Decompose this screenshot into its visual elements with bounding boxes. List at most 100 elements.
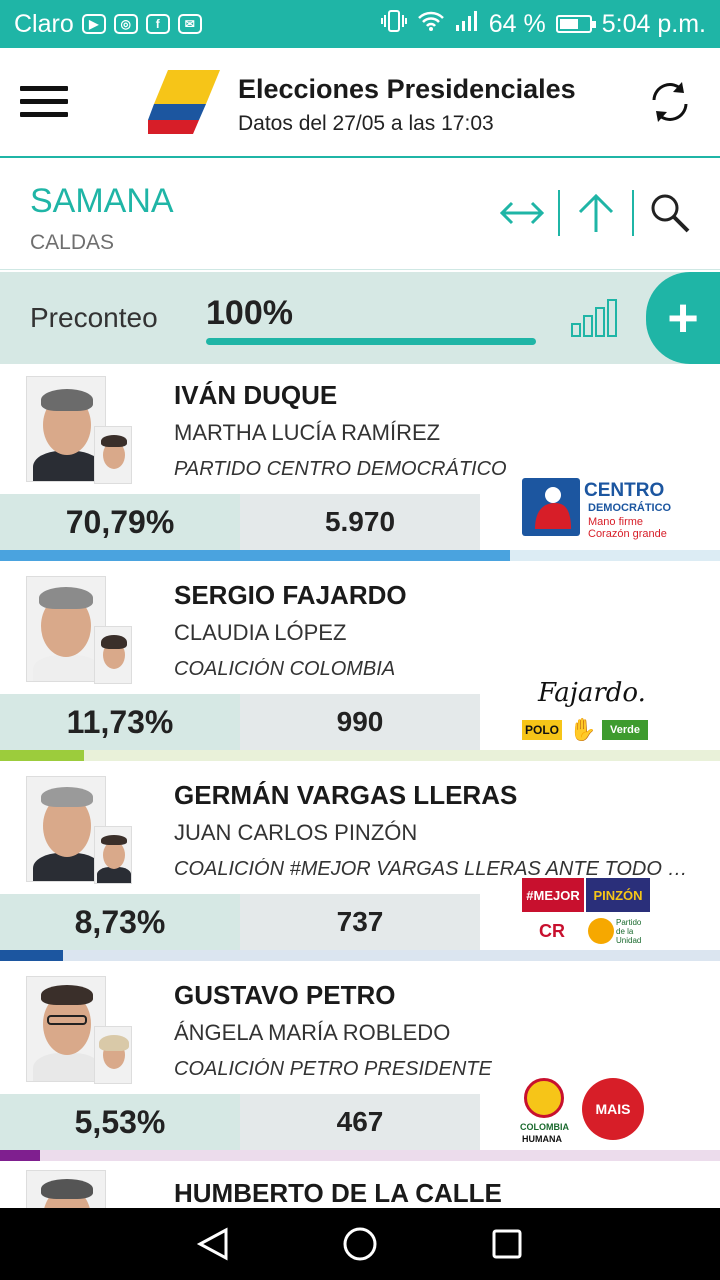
municipality-name: SAMANA bbox=[30, 182, 174, 220]
party-logo: COLOMBIA HUMANA MAIS bbox=[518, 1078, 678, 1150]
battery-fill bbox=[559, 19, 578, 29]
photo-suit bbox=[97, 867, 131, 883]
vice-candidate-photo bbox=[94, 826, 132, 884]
vice-candidate-name: ÁNGELA MARÍA ROBLEDO bbox=[174, 1020, 451, 1045]
vice-candidate-photo bbox=[94, 426, 132, 484]
menu-icon-line bbox=[20, 99, 68, 104]
photo-suit bbox=[33, 853, 101, 881]
page-title: Elecciones Presidenciales bbox=[238, 74, 576, 104]
candidate-row[interactable]: HUMBERTO DE LA CALLE bbox=[0, 1166, 720, 1208]
preconteo-progress bbox=[206, 338, 536, 345]
photo-hair bbox=[101, 835, 127, 845]
refresh-icon bbox=[652, 82, 688, 122]
bar-chart-icon[interactable] bbox=[570, 296, 622, 338]
party-logo-mark bbox=[522, 478, 580, 536]
party-logo: Fajardo. POLO ✋ Verde bbox=[518, 678, 678, 750]
vote-share-track bbox=[0, 1150, 720, 1161]
app-header: Elecciones Presidenciales Datos del 27/0… bbox=[0, 48, 720, 158]
battery-icon bbox=[555, 15, 596, 33]
status-left: Claro ▶ ◎ f ✉ bbox=[14, 10, 202, 39]
vote-percent: 5,53% bbox=[0, 1094, 240, 1150]
photo-suit bbox=[33, 655, 101, 681]
facebook-icon: f bbox=[145, 14, 170, 34]
photo-suit bbox=[33, 451, 101, 481]
vice-candidate-photo bbox=[94, 1026, 132, 1084]
vote-count: 467 bbox=[240, 1094, 480, 1150]
department-name: CALDAS bbox=[30, 231, 115, 254]
search-icon bbox=[651, 194, 690, 233]
vote-share-track bbox=[0, 750, 720, 761]
plus-button[interactable]: + bbox=[646, 272, 720, 364]
back-button[interactable] bbox=[191, 1222, 235, 1266]
party-logo-signature: Fajardo. bbox=[538, 678, 646, 708]
vote-percent: 11,73% bbox=[0, 694, 240, 750]
tool-divider bbox=[558, 190, 560, 236]
photo-hair bbox=[99, 1035, 129, 1051]
youtube-icon: ▶ bbox=[81, 14, 106, 34]
home-icon bbox=[343, 1227, 377, 1261]
vote-count: 5.970 bbox=[240, 494, 480, 550]
party-logo: #MEJOR PINZÓN CR Partido de la Unidad bbox=[518, 878, 678, 950]
system-nav-bar bbox=[0, 1208, 720, 1280]
party-logo-line1: CENTRO bbox=[584, 480, 665, 501]
vote-share-track bbox=[0, 550, 720, 561]
data-timestamp: Datos del 27/05 a las 17:03 bbox=[238, 112, 494, 135]
polo-logo: POLO bbox=[522, 720, 562, 740]
photo-hair bbox=[41, 1179, 93, 1199]
candidate-row[interactable]: IVÁN DUQUE MARTHA LUCÍA RAMÍREZ PARTIDO … bbox=[0, 366, 720, 564]
photo-hair bbox=[101, 435, 127, 447]
colombia-humana-logo-icon bbox=[524, 1078, 564, 1118]
candidate-name: HUMBERTO DE LA CALLE bbox=[174, 1178, 502, 1208]
vote-share-track bbox=[0, 950, 720, 961]
menu-button[interactable] bbox=[20, 86, 68, 120]
arrow-up-button[interactable] bbox=[568, 188, 624, 238]
expand-horizontal-icon bbox=[500, 201, 544, 225]
status-time: 5:04 p.m. bbox=[601, 9, 706, 38]
flag-logo bbox=[148, 70, 220, 134]
vote-share-bar bbox=[0, 550, 510, 561]
vote-share-bar bbox=[0, 950, 63, 961]
vote-share-bar bbox=[0, 1150, 40, 1161]
party-logo-line4: Corazón grande bbox=[588, 528, 667, 540]
home-button[interactable] bbox=[338, 1222, 382, 1266]
mais-logo: MAIS bbox=[582, 1078, 644, 1140]
colombia-humana-line2: HUMANA bbox=[522, 1134, 562, 1144]
candidate-name: GERMÁN VARGAS LLERAS bbox=[174, 780, 518, 810]
party-logo-line2: DEMOCRÁTICO bbox=[588, 502, 672, 514]
partido-unidad-logo-text: Partido de la Unidad bbox=[616, 918, 642, 945]
preconteo-bar: Preconteo 100% + bbox=[0, 272, 720, 364]
search-button[interactable] bbox=[642, 188, 698, 238]
vice-candidate-name: JUAN CARLOS PINZÓN bbox=[174, 820, 418, 845]
candidate-row[interactable]: SERGIO FAJARDO CLAUDIA LÓPEZ COALICIÓN C… bbox=[0, 566, 720, 764]
status-right: 64 % 5:04 p.m. bbox=[380, 9, 706, 40]
vice-candidate-name: MARTHA LUCÍA RAMÍREZ bbox=[174, 420, 441, 445]
verde-logo: Verde bbox=[602, 720, 648, 740]
photo-suit bbox=[33, 1053, 101, 1081]
candidate-row[interactable]: GERMÁN VARGAS LLERAS JUAN CARLOS PINZÓN … bbox=[0, 766, 720, 964]
vote-percent: 70,79% bbox=[0, 494, 240, 550]
candidate-row[interactable]: GUSTAVO PETRO ÁNGELA MARÍA ROBLEDO COALI… bbox=[0, 966, 720, 1164]
arrow-up-icon bbox=[578, 193, 614, 232]
vote-share-bar bbox=[0, 750, 85, 761]
candidate-name: GUSTAVO PETRO bbox=[174, 980, 396, 1010]
cambio-radical-logo: CR bbox=[539, 920, 565, 941]
colombia-humana-line1: COLOMBIA bbox=[520, 1122, 569, 1132]
recents-button[interactable] bbox=[485, 1222, 529, 1266]
vote-count: 737 bbox=[240, 894, 480, 950]
expand-horizontal-button[interactable] bbox=[494, 188, 550, 238]
preconteo-label: Preconteo bbox=[30, 302, 158, 333]
mail-icon: ✉ bbox=[177, 14, 202, 34]
signal-icon bbox=[455, 10, 479, 39]
mejor-logo: #MEJOR bbox=[522, 878, 584, 912]
candidate-name: SERGIO FAJARDO bbox=[174, 580, 407, 610]
photo-hair bbox=[41, 389, 93, 411]
plus-icon: + bbox=[667, 288, 699, 348]
carrier-name: Claro bbox=[14, 9, 74, 38]
refresh-button[interactable] bbox=[644, 76, 696, 128]
instagram-icon: ◎ bbox=[113, 14, 138, 34]
partido-unidad-logo-icon bbox=[588, 918, 614, 944]
photo-hair bbox=[41, 985, 93, 1005]
vice-candidate-name: CLAUDIA LÓPEZ bbox=[174, 620, 347, 645]
pinzon-logo: PINZÓN bbox=[586, 878, 650, 912]
hand-logo-icon: ✋ bbox=[569, 717, 597, 742]
